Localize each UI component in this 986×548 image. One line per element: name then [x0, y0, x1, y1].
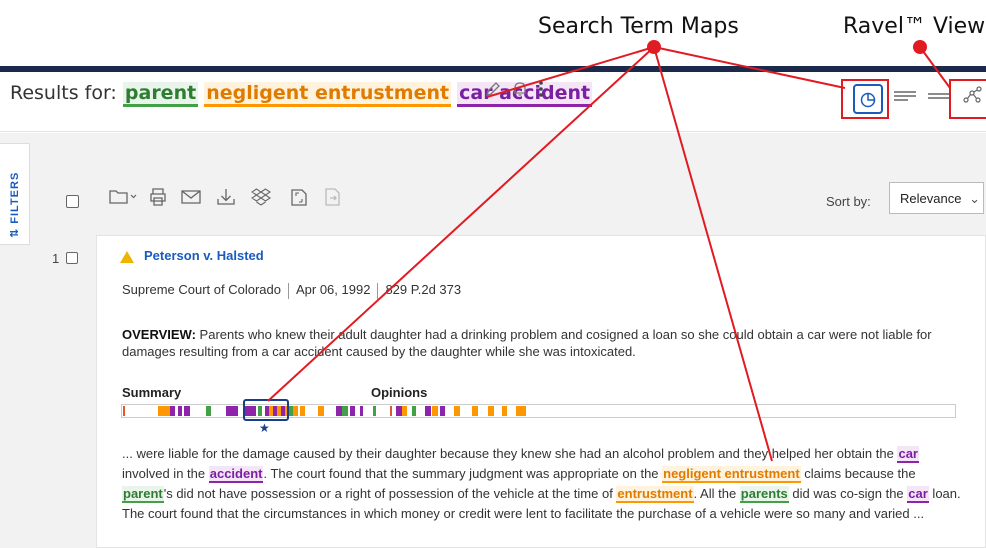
folder-icon[interactable] — [108, 187, 138, 213]
highlighted-term: car — [897, 446, 919, 463]
highlighted-term: car — [907, 486, 929, 503]
download-icon[interactable] — [216, 187, 236, 213]
term-map-hit[interactable] — [373, 406, 376, 416]
case-title-link[interactable]: Peterson v. Halsted — [144, 248, 264, 263]
annotation-dot — [913, 40, 927, 54]
results-prefix: Results for: — [10, 82, 117, 104]
full-view-button[interactable] — [890, 84, 920, 114]
case-date: Apr 06, 1992 — [295, 282, 371, 297]
dropbox-icon[interactable] — [251, 187, 271, 213]
bell-icon[interactable] — [512, 80, 528, 103]
term-map-hit[interactable] — [170, 406, 175, 416]
callout-ravel-view: Ravel™ View — [843, 14, 986, 39]
case-court: Supreme Court of Colorado — [122, 282, 281, 297]
term-map-hit[interactable] — [502, 406, 507, 416]
ravel-view-button[interactable] — [958, 84, 986, 114]
highlighted-term: parent — [122, 486, 164, 503]
term-map-hit[interactable] — [454, 406, 460, 416]
email-icon[interactable] — [180, 187, 202, 213]
term-map-hit[interactable] — [206, 406, 211, 416]
star-icon: ★ — [259, 421, 270, 435]
copy-icon[interactable] — [290, 187, 308, 213]
term-map-hit[interactable] — [440, 406, 445, 416]
overview-label: OVERVIEW: — [122, 327, 196, 342]
term-map-hit[interactable] — [232, 406, 238, 416]
term-map-hit[interactable] — [425, 406, 431, 416]
search-term-maps-view-button[interactable] — [853, 84, 883, 114]
term-map-hit[interactable] — [360, 406, 363, 416]
sort-label: Sort by: — [826, 194, 871, 209]
term-map-hit[interactable] — [300, 406, 305, 416]
term-map-hit[interactable] — [123, 406, 125, 416]
chevron-down-icon: ⌄ — [969, 191, 980, 206]
meta-divider — [287, 282, 289, 299]
results-header: Results for: parent negligent entrustmen… — [0, 72, 986, 132]
term-map-hit[interactable] — [184, 406, 190, 416]
overview-text: Parents who knew their adult daughter ha… — [122, 327, 932, 359]
filters-tab[interactable]: ⇅ FILTERS — [0, 143, 30, 245]
case-meta: Supreme Court of Colorado Apr 06, 1992 829… — [122, 282, 461, 299]
highlighted-term: parents — [739, 486, 789, 503]
term-map-hit[interactable] — [472, 406, 478, 416]
snippet-text: ... were liable for the damage caused by… — [122, 446, 898, 461]
two-lines-icon — [928, 93, 950, 99]
term-map-focus-box — [243, 399, 289, 421]
network-graph-icon — [963, 86, 982, 103]
print-icon[interactable] — [148, 187, 168, 213]
snippet-text: 's did not have possession or a right of… — [163, 486, 617, 501]
highlighted-term: accident — [208, 466, 264, 483]
lines-icon — [894, 91, 916, 101]
callout-search-term-maps: Search Term Maps — [538, 14, 739, 39]
term-map-hit[interactable] — [432, 406, 438, 416]
pie-chart-icon — [860, 93, 876, 108]
snippet-text: claims because the — [800, 466, 916, 481]
vertical-dots-icon[interactable] — [538, 80, 544, 103]
result-checkbox[interactable] — [66, 252, 78, 264]
snippet-text: did was co-sign the — [788, 486, 908, 501]
filters-label: ⇅ FILTERS — [9, 171, 21, 238]
term-map-hit[interactable] — [350, 406, 355, 416]
highlighted-term: entrustment — [616, 486, 694, 503]
result-number: 1 — [52, 251, 60, 266]
term-map-hit[interactable] — [293, 406, 298, 416]
highlighted-term: negligent entrustment — [662, 466, 801, 483]
snippet-text: involved in the — [122, 466, 209, 481]
term-map-hit[interactable] — [318, 406, 324, 416]
term-map-hit[interactable] — [488, 406, 494, 416]
warning-flag-icon[interactable] — [120, 251, 134, 263]
pencil-icon[interactable] — [484, 80, 502, 103]
term-map-hit[interactable] — [520, 406, 526, 416]
list-view-button[interactable] — [924, 84, 954, 114]
term-map-hit[interactable] — [390, 406, 392, 416]
term-map-hit[interactable] — [412, 406, 416, 416]
case-citation: 829 P.2d 373 — [385, 282, 462, 297]
snippet-text: . All the — [693, 486, 740, 501]
result-snippet: ... were liable for the damage caused by… — [122, 444, 967, 524]
sort-dropdown[interactable]: Relevance ⌄ — [889, 182, 984, 214]
term-map-summary-heading: Summary — [122, 385, 182, 400]
term-map-opinions-heading: Opinions — [371, 385, 428, 400]
annotation-dot — [647, 40, 661, 54]
results-title: Results for: parent negligent entrustmen… — [10, 82, 593, 107]
sort-value: Relevance — [900, 191, 962, 206]
select-all-checkbox[interactable] — [66, 195, 79, 208]
meta-divider — [377, 282, 379, 299]
case-overview: OVERVIEW: Parents who knew their adult d… — [122, 326, 962, 360]
term-map-hit[interactable] — [178, 406, 182, 416]
term-map-hit[interactable] — [342, 406, 348, 416]
search-term-negligent-entrustment[interactable]: negligent entrustment — [204, 82, 452, 107]
term-map-hit[interactable] — [402, 406, 407, 416]
term-map-hit[interactable] — [158, 406, 170, 416]
snippet-text: . The court found that the summary judgm… — [263, 466, 663, 481]
search-term-parent[interactable]: parent — [122, 82, 199, 107]
export-icon — [324, 187, 342, 213]
